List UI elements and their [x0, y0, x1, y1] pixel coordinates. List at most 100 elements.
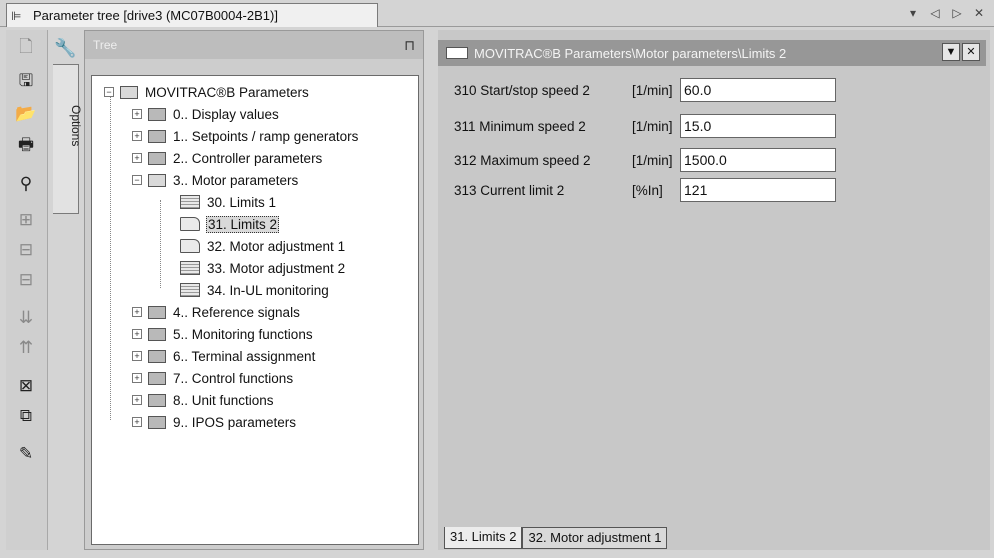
param-row-310: 310 Start/stop speed 2 [1/min] 60.0	[454, 78, 836, 102]
tree-item-motor-adjustment-2[interactable]: 33. Motor adjustment 2	[180, 258, 346, 278]
dropdown-icon[interactable]: ▼	[942, 43, 960, 61]
tree-group-label: 8.. Unit functions	[173, 392, 274, 408]
param-row-313: 313 Current limit 2 [%In] 121	[454, 178, 836, 202]
open-folder-icon[interactable]: 📂	[12, 102, 40, 126]
tree-item-label: 31. Limits 2	[206, 215, 280, 233]
dropdown-icon[interactable]: ▾	[906, 5, 920, 21]
tree-expand-icon[interactable]: ⊟	[12, 238, 40, 262]
folder-icon	[148, 129, 166, 143]
folder-icon	[148, 305, 166, 319]
expand-icon[interactable]: +	[132, 351, 142, 361]
tree-item-in-ul-monitoring[interactable]: 34. In-UL monitoring	[180, 280, 330, 300]
expand-icon[interactable]: +	[132, 329, 142, 339]
expand-icon[interactable]: +	[132, 109, 142, 119]
tree-group-label: 1.. Setpoints / ramp generators	[173, 128, 359, 144]
wrench-icon[interactable]: 🔧	[54, 38, 76, 59]
close-icon[interactable]: ✕	[972, 5, 986, 21]
param-name: 310 Start/stop speed 2	[454, 82, 590, 98]
expand-icon[interactable]: +	[132, 307, 142, 317]
parameter-tree: − MOVITRAC®B Parameters +0.. Display val…	[91, 75, 419, 545]
tree-group-label: 5.. Monitoring functions	[173, 326, 313, 342]
new-document-icon[interactable]: 🗋	[12, 36, 40, 60]
collapse-icon[interactable]: −	[104, 87, 114, 97]
window-icon	[446, 47, 468, 59]
param-row-312: 312 Maximum speed 2 [1/min] 1500.0	[454, 148, 836, 172]
tree-group-9[interactable]: +9.. IPOS parameters	[132, 412, 297, 432]
tree-group-0[interactable]: +0.. Display values	[132, 104, 280, 124]
tree-group-label: 7.. Control functions	[173, 370, 294, 386]
expand-icon[interactable]: +	[132, 373, 142, 383]
expand-icon[interactable]: +	[132, 395, 142, 405]
tab-motor-adjustment-1[interactable]: 32. Motor adjustment 1	[522, 527, 668, 549]
param-value-field[interactable]: 121	[680, 178, 836, 202]
parameter-tree-icon: ⊫	[11, 8, 22, 23]
copy-window-icon[interactable]: ⧉	[12, 404, 40, 428]
tree-item-label: 34. In-UL monitoring	[207, 282, 329, 298]
tree-group-label: 2.. Controller parameters	[173, 150, 323, 166]
folder-icon	[148, 327, 166, 341]
detail-title: MOVITRAC®B Parameters\Motor parameters\L…	[474, 45, 787, 61]
tree-group-1[interactable]: +1.. Setpoints / ramp generators	[132, 126, 359, 146]
folder-icon	[148, 371, 166, 385]
window-controls: ▾ ◁ ▷ ✕	[906, 5, 986, 21]
scroll-right-icon[interactable]: ▷	[950, 5, 964, 21]
scroll-left-icon[interactable]: ◁	[928, 5, 942, 21]
move-up-icon[interactable]: ⇈	[12, 336, 40, 360]
expand-icon[interactable]: +	[132, 153, 142, 163]
tree-item-label: 30. Limits 1	[207, 194, 277, 210]
tree-item-limits-1[interactable]: 30. Limits 1	[180, 192, 277, 212]
parameter-page-icon	[180, 195, 200, 209]
tree-group-5[interactable]: +5.. Monitoring functions	[132, 324, 314, 344]
tree-group-3[interactable]: − 3.. Motor parameters	[132, 170, 299, 190]
param-row-311: 311 Minimum speed 2 [1/min] 15.0	[454, 114, 836, 138]
tree-root[interactable]: − MOVITRAC®B Parameters	[104, 82, 310, 102]
delete-icon[interactable]: ⊠	[12, 374, 40, 398]
tree-group-4[interactable]: +4.. Reference signals	[132, 302, 301, 322]
move-down-icon[interactable]: ⇊	[12, 306, 40, 330]
tree-group-7[interactable]: +7.. Control functions	[132, 368, 294, 388]
param-value-field[interactable]: 1500.0	[680, 148, 836, 172]
param-unit: [1/min]	[632, 82, 673, 98]
open-folder-icon	[120, 85, 138, 99]
param-value-field[interactable]: 60.0	[680, 78, 836, 102]
tree-group-label: 0.. Display values	[173, 106, 279, 122]
tree-group-2[interactable]: +2.. Controller parameters	[132, 148, 323, 168]
options-strip: 🔧 Options	[48, 30, 84, 550]
parameter-page-icon	[180, 283, 200, 297]
window-title: Parameter tree [drive3 (MC07B0004-2B1)]	[33, 8, 278, 23]
tree-item-limits-2[interactable]: 31. Limits 2	[180, 214, 280, 234]
document-tab[interactable]: ⊫ Parameter tree [drive3 (MC07B0004-2B1)…	[6, 3, 378, 27]
param-name: 311 Minimum speed 2	[454, 118, 586, 134]
save-icon[interactable]: 🖫	[12, 70, 40, 94]
tree-root-label: MOVITRAC®B Parameters	[145, 84, 309, 100]
param-unit: [%In]	[632, 182, 663, 198]
options-tab[interactable]: Options	[53, 64, 83, 214]
tree-panel-title: Tree	[93, 38, 118, 52]
search-binoculars-icon[interactable]: ⚲	[12, 172, 40, 196]
close-icon[interactable]: ✕	[962, 43, 980, 61]
param-unit: [1/min]	[632, 152, 673, 168]
folder-icon	[148, 107, 166, 121]
tree-add-icon[interactable]: ⊞	[12, 208, 40, 232]
tree-panel: Tree ⊓ − MOVITRAC®B Parameters +0.. Disp…	[84, 30, 424, 550]
tree-item-motor-adjustment-1[interactable]: 32. Motor adjustment 1	[180, 236, 346, 256]
tree-group-label: 6.. Terminal assignment	[173, 348, 316, 364]
collapse-icon[interactable]: −	[132, 175, 142, 185]
tree-collapse-icon[interactable]: ⊟	[12, 268, 40, 292]
tree-group-8[interactable]: +8.. Unit functions	[132, 390, 275, 410]
expand-icon[interactable]: +	[132, 417, 142, 427]
detail-controls: ▼ ✕	[942, 43, 980, 61]
parameter-page-icon	[180, 261, 200, 275]
tree-group-6[interactable]: +6.. Terminal assignment	[132, 346, 316, 366]
expand-icon[interactable]: +	[132, 131, 142, 141]
param-name: 313 Current limit 2	[454, 182, 565, 198]
folder-icon	[148, 415, 166, 429]
parameter-page-icon	[180, 217, 200, 231]
pin-icon[interactable]: ⊓	[404, 37, 415, 54]
param-value-field[interactable]: 15.0	[680, 114, 836, 138]
edit-pencil-icon[interactable]: ✎	[12, 442, 40, 466]
tab-limits-2[interactable]: 31. Limits 2	[444, 527, 523, 549]
print-icon[interactable]: 🖶	[12, 134, 40, 158]
left-toolbar: 🗋 🖫 📂 🖶 ⚲ ⊞ ⊟ ⊟ ⇊ ⇈ ⊠ ⧉ ✎	[6, 30, 48, 550]
param-name: 312 Maximum speed 2	[454, 152, 591, 168]
